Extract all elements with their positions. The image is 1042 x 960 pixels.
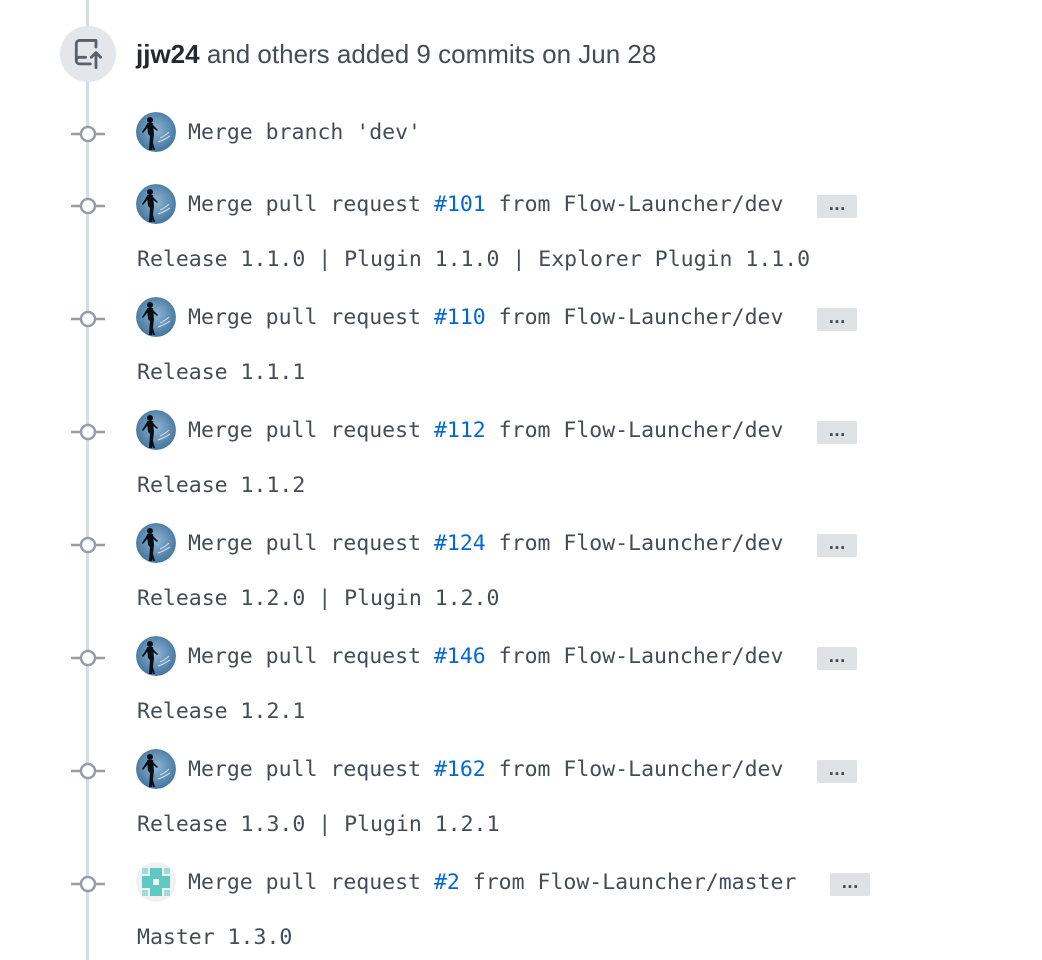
event-summary: and others added 9 commits on Jun 28 [199,39,657,69]
expand-description-button[interactable]: ... [817,421,857,444]
expand-description-button[interactable]: ... [817,308,857,331]
commit-title-suffix[interactable]: from Flow-Launcher/dev [486,418,784,443]
commit-node-icon [71,124,105,144]
commit-title-suffix[interactable]: from Flow-Launcher/dev [486,531,784,556]
pull-request-link[interactable]: #146 [434,644,486,669]
commit-title-suffix[interactable]: from Flow-Launcher/master [460,870,797,895]
event-header: jjw24 and others added 9 commits on Jun … [136,36,656,72]
commit-title[interactable]: Merge pull request #2 from Flow-Launcher… [188,868,796,898]
commit-title-suffix[interactable]: from Flow-Launcher/dev [486,305,784,330]
commit-title[interactable]: Merge pull request #112 from Flow-Launch… [188,416,783,446]
commit-node-icon [71,648,105,668]
commit-description: Release 1.2.0 | Plugin 1.2.0 [137,586,500,611]
commit-title[interactable]: Merge pull request #101 from Flow-Launch… [188,190,783,220]
commit-title-text[interactable]: Merge pull request [188,870,434,895]
pull-request-link[interactable]: #162 [434,757,486,782]
pull-request-link[interactable]: #110 [434,305,486,330]
repo-push-icon [60,26,116,82]
commit-description: Release 1.1.0 | Plugin 1.1.0 | Explorer … [137,247,811,272]
commit-node-icon [71,309,105,329]
commit-description: Release 1.1.2 [137,473,306,498]
commit-title-suffix[interactable]: from Flow-Launcher/dev [486,757,784,782]
avatar-dark-figure[interactable] [136,523,176,563]
author-link[interactable]: jjw24 [136,39,200,69]
avatar-dark-figure[interactable] [136,410,176,450]
avatar-dark-figure[interactable] [136,112,176,152]
commit-description: Release 1.1.1 [137,360,306,385]
commit-title-text[interactable]: Merge pull request [188,192,434,217]
avatar-dark-figure[interactable] [136,636,176,676]
commit-title-text[interactable]: Merge pull request [188,531,434,556]
expand-description-button[interactable]: ... [830,873,870,896]
pull-request-link[interactable]: #124 [434,531,486,556]
commit-node-icon [71,196,105,216]
expand-description-button[interactable]: ... [817,760,857,783]
commit-title[interactable]: Merge pull request #124 from Flow-Launch… [188,529,783,559]
commit-title-text[interactable]: Merge pull request [188,305,434,330]
commit-node-icon [71,874,105,894]
commit-title-text[interactable]: Merge pull request [188,757,434,782]
commit-description: Release 1.3.0 | Plugin 1.2.1 [137,812,500,837]
avatar-teal-identicon[interactable] [136,862,176,902]
commit-title-text[interactable]: Merge pull request [188,418,434,443]
commit-node-icon [71,761,105,781]
commit-title-text[interactable]: Merge branch 'dev' [188,120,421,145]
commit-node-icon [71,535,105,555]
commit-title-text[interactable]: Merge pull request [188,644,434,669]
commit-title[interactable]: Merge pull request #110 from Flow-Launch… [188,303,783,333]
commit-title[interactable]: Merge pull request #162 from Flow-Launch… [188,755,783,785]
avatar-dark-figure[interactable] [136,749,176,789]
commit-description: Master 1.3.0 [137,925,293,950]
pull-request-link[interactable]: #112 [434,418,486,443]
commit-title[interactable]: Merge branch 'dev' [188,118,421,148]
commit-title-suffix[interactable]: from Flow-Launcher/dev [486,644,784,669]
expand-description-button[interactable]: ... [817,534,857,557]
expand-description-button[interactable]: ... [817,647,857,670]
avatar-dark-figure[interactable] [136,184,176,224]
commit-title-suffix[interactable]: from Flow-Launcher/dev [486,192,784,217]
commit-title[interactable]: Merge pull request #146 from Flow-Launch… [188,642,783,672]
commit-timeline: jjw24 and others added 9 commits on Jun … [0,0,1042,960]
commit-description: Release 1.2.1 [137,699,306,724]
pull-request-link[interactable]: #2 [434,870,460,895]
commit-node-icon [71,422,105,442]
pull-request-link[interactable]: #101 [434,192,486,217]
expand-description-button[interactable]: ... [817,195,857,218]
avatar-dark-figure[interactable] [136,297,176,337]
